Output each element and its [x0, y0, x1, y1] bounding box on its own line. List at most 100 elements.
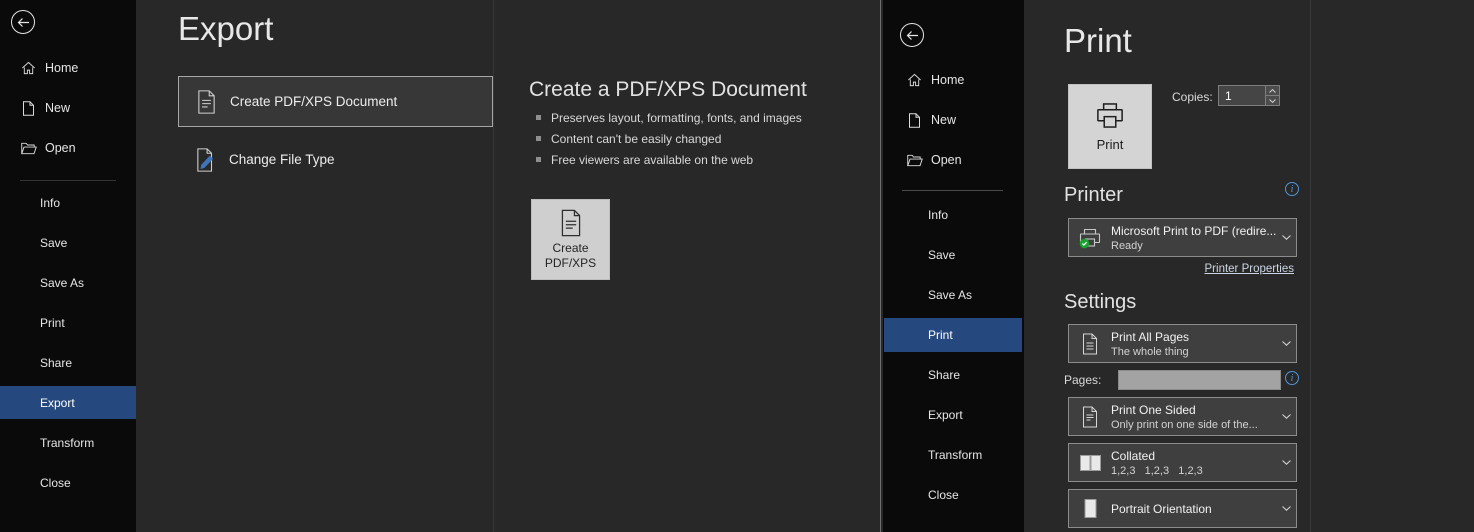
- pane-divider: [493, 0, 494, 532]
- sidebar-item-export[interactable]: Export: [0, 386, 136, 419]
- home-icon: [20, 61, 37, 75]
- sides-dropdown[interactable]: Print One Sided Only print on one side o…: [1068, 397, 1297, 436]
- create-pdf-xps-icon: [559, 209, 583, 237]
- sidebar-item-label: New: [931, 113, 957, 127]
- portrait-orientation-icon: [1069, 498, 1111, 519]
- page-range-dropdown[interactable]: Print All Pages The whole thing: [1068, 324, 1297, 363]
- pdf-document-icon: [196, 89, 217, 114]
- back-button[interactable]: [900, 23, 924, 47]
- dropdown-primary-text: Print One Sided: [1111, 402, 1196, 417]
- bullet-item: Preserves layout, formatting, fonts, and…: [536, 111, 802, 125]
- bullet-text: Preserves layout, formatting, fonts, and…: [551, 111, 802, 125]
- sidebar-item-transform[interactable]: Transform: [40, 436, 94, 450]
- pages-input[interactable]: [1118, 370, 1281, 390]
- create-pdf-xps-button[interactable]: Create PDF/XPS: [531, 199, 610, 280]
- print-all-pages-icon: [1069, 333, 1111, 355]
- sidebar-item-save-as[interactable]: Save As: [928, 288, 972, 302]
- dropdown-primary-text: Portrait Orientation: [1111, 501, 1212, 516]
- orientation-dropdown[interactable]: Portrait Orientation: [1068, 489, 1297, 528]
- sidebar-item-print[interactable]: Print: [884, 318, 1022, 352]
- printer-icon: [1095, 102, 1125, 129]
- sidebar-item-info[interactable]: Info: [40, 196, 60, 210]
- sidebar-item-close[interactable]: Close: [928, 488, 959, 502]
- page-title: Print: [1064, 22, 1132, 59]
- sidebar-item-open[interactable]: Open: [906, 152, 962, 168]
- bullet-icon: [536, 136, 541, 141]
- sidebar-item-home[interactable]: Home: [906, 72, 964, 88]
- new-document-icon: [906, 112, 923, 128]
- printer-device-icon: [1069, 227, 1111, 249]
- sidebar-item-label: Home: [931, 73, 965, 87]
- sidebar-item-new[interactable]: New: [906, 112, 956, 128]
- sidebar-item-home[interactable]: Home: [20, 60, 78, 76]
- printer-status: Ready: [1111, 239, 1143, 252]
- bullet-item: Free viewers are available on the web: [536, 153, 753, 167]
- button-label-line: Create: [552, 240, 589, 255]
- printer-select[interactable]: Microsoft Print to PDF (redire... Ready: [1068, 218, 1297, 257]
- print-button[interactable]: Print: [1068, 84, 1152, 169]
- sidebar-divider: [902, 190, 1003, 191]
- dropdown-secondary-text: Only print on one side of the...: [1111, 418, 1258, 431]
- chevron-down-icon: [1276, 506, 1296, 511]
- dropdown-primary-text: Print All Pages: [1111, 329, 1190, 344]
- bullet-item: Content can't be easily changed: [536, 132, 721, 146]
- bullet-text: Free viewers are available on the web: [551, 153, 754, 167]
- detail-heading: Create a PDF/XPS Document: [529, 78, 807, 101]
- dropdown-secondary-text: The whole thing: [1111, 345, 1189, 358]
- sidebar-item-transform[interactable]: Transform: [928, 448, 982, 462]
- option-create-pdf-xps-document[interactable]: Create PDF/XPS Document: [178, 76, 493, 127]
- bullet-icon: [536, 115, 541, 120]
- back-button[interactable]: [11, 10, 35, 34]
- sidebar-item-close[interactable]: Close: [40, 476, 71, 490]
- back-arrow-icon: [906, 30, 919, 41]
- chevron-down-icon: [1276, 235, 1296, 240]
- button-label-line: PDF/XPS: [544, 256, 597, 270]
- print-backstage-window: Home New Open Info Save Save As Print Sh…: [881, 0, 1474, 532]
- export-backstage-window: Home New Open Info Save Save As Print Sh…: [0, 0, 880, 532]
- sidebar-item-share[interactable]: Share: [40, 356, 72, 370]
- copies-stepper[interactable]: [1218, 85, 1280, 106]
- sidebar-item-save[interactable]: Save: [928, 248, 955, 262]
- sidebar-item-save-as[interactable]: Save As: [40, 276, 84, 290]
- back-arrow-icon: [17, 17, 30, 28]
- printer-properties-link[interactable]: Printer Properties: [1068, 263, 1294, 275]
- sidebar-divider: [20, 180, 116, 181]
- open-folder-icon: [906, 154, 923, 167]
- sidebar-item-info[interactable]: Info: [928, 208, 948, 222]
- option-change-file-type[interactable]: Change File Type: [178, 134, 493, 185]
- sidebar-item-share[interactable]: Share: [928, 368, 960, 382]
- copies-input[interactable]: [1219, 86, 1265, 105]
- dropdown-primary-text: Collated: [1111, 448, 1156, 463]
- sidebar-item-new[interactable]: New: [20, 100, 70, 116]
- copies-decrement-button[interactable]: [1266, 95, 1279, 105]
- change-file-type-icon: [195, 147, 216, 172]
- collation-dropdown[interactable]: Collated 1,2,3 1,2,3 1,2,3: [1068, 443, 1297, 482]
- sidebar-item-label: New: [45, 101, 71, 115]
- pages-label: Pages:: [1064, 373, 1102, 387]
- open-folder-icon: [20, 142, 37, 155]
- new-document-icon: [20, 100, 37, 116]
- print-one-sided-icon: [1069, 406, 1111, 428]
- sidebar-item-print[interactable]: Print: [40, 316, 65, 330]
- home-icon: [906, 73, 923, 87]
- sidebar-item-open[interactable]: Open: [20, 140, 76, 156]
- chevron-down-icon: [1276, 414, 1296, 419]
- chevron-down-icon: [1276, 460, 1296, 465]
- option-label: Create PDF/XPS Document: [230, 94, 398, 109]
- sidebar-item-export[interactable]: Export: [928, 408, 963, 422]
- bullet-icon: [536, 157, 541, 162]
- stepper-arrows: [1265, 86, 1279, 105]
- info-icon[interactable]: i: [1285, 182, 1299, 196]
- option-label: Change File Type: [229, 152, 335, 167]
- copies-label: Copies:: [1172, 90, 1213, 104]
- dropdown-secondary-text: 1,2,3 1,2,3 1,2,3: [1111, 464, 1203, 477]
- preview-pane-divider: [1310, 0, 1311, 532]
- copies-increment-button[interactable]: [1266, 86, 1279, 95]
- sidebar-item-save[interactable]: Save: [40, 236, 67, 250]
- printer-name: Microsoft Print to PDF (redire...: [1111, 223, 1276, 238]
- sidebar-item-label: Open: [45, 141, 76, 155]
- info-icon[interactable]: i: [1285, 371, 1299, 385]
- sidebar-item-label: Home: [45, 61, 79, 75]
- bullet-text: Content can't be easily changed: [551, 132, 722, 146]
- settings-section-heading: Settings: [1064, 291, 1137, 313]
